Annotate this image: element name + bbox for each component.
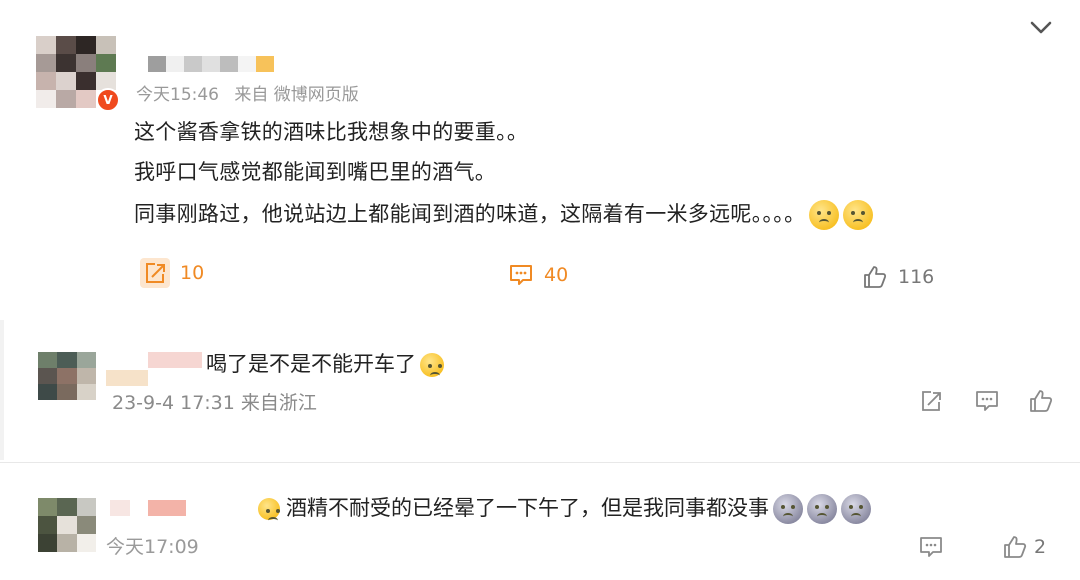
comment-meta: 今天17:09 bbox=[106, 536, 199, 558]
commenter-name-blurred-2 bbox=[106, 370, 148, 386]
post-time: 今天15:46 bbox=[136, 85, 219, 105]
comment-count: 40 bbox=[544, 264, 569, 286]
emoji-skull-icon bbox=[841, 494, 871, 524]
like-count: 116 bbox=[898, 266, 935, 288]
like-icon bbox=[1004, 536, 1027, 558]
repost-icon[interactable] bbox=[918, 388, 944, 414]
commenter-name-blurred[interactable] bbox=[148, 352, 202, 368]
comment-2: 酒精不耐受的已经晕了一下午了，但是我同事都没事 bbox=[258, 492, 871, 524]
like-icon[interactable] bbox=[1028, 388, 1054, 414]
comment-avatar[interactable] bbox=[38, 498, 96, 552]
repost-button[interactable]: 10 bbox=[140, 258, 204, 288]
comment-icon[interactable] bbox=[974, 388, 1000, 414]
emoji-skull-icon bbox=[807, 494, 837, 524]
like-button[interactable]: 116 bbox=[862, 264, 934, 290]
emoji-laugh-cry-icon bbox=[420, 353, 444, 377]
comment-avatar[interactable] bbox=[38, 352, 96, 400]
divider bbox=[0, 462, 1080, 463]
like-count: 2 bbox=[1034, 536, 1047, 558]
comment-icon bbox=[510, 265, 532, 285]
like-button[interactable]: 2 bbox=[1002, 534, 1046, 560]
comment-meta: 23-9-4 17:31 来自浙江 bbox=[112, 392, 317, 414]
comment-button[interactable]: 40 bbox=[508, 262, 568, 288]
comment-1: 喝了是不是不能开车了 bbox=[206, 348, 444, 378]
emoji-heart-eyes-icon bbox=[258, 498, 280, 520]
repost-count: 10 bbox=[180, 262, 205, 284]
post-text-line-3: 同事刚路过，他说站边上都能闻到酒的味道，这隔着有一米多远呢。。。。 bbox=[134, 198, 874, 230]
commenter-name-blurred-2 bbox=[148, 500, 186, 516]
post-source: 来自 微博网页版 bbox=[234, 85, 359, 105]
author-name-blurred[interactable] bbox=[148, 56, 274, 72]
post-text-line: 这个酱香拿铁的酒味比我想象中的要重。。 bbox=[134, 120, 529, 144]
post-text-line: 同事刚路过，他说站边上都能闻到酒的味道，这隔着有一米多远呢。。。。 bbox=[134, 202, 806, 226]
like-icon bbox=[864, 266, 887, 288]
emoji-sweat-icon bbox=[843, 200, 874, 230]
commenter-name-blurred[interactable] bbox=[110, 500, 130, 516]
emoji-skull-icon bbox=[773, 494, 803, 524]
emoji-sweat-icon bbox=[809, 200, 840, 230]
repost-icon bbox=[140, 258, 170, 288]
verified-badge: V bbox=[96, 88, 120, 112]
comment-text: 喝了是不是不能开车了 bbox=[206, 352, 416, 376]
post-meta: 今天15:46 来自 微博网页版 bbox=[136, 80, 369, 105]
thread-indicator bbox=[0, 320, 4, 460]
post-text-line: 我呼口气感觉都能闻到嘴巴里的酒气。 bbox=[134, 160, 497, 184]
comment-text: 酒精不耐受的已经晕了一下午了，但是我同事都没事 bbox=[286, 496, 769, 520]
comment-icon[interactable] bbox=[918, 534, 944, 560]
chevron-down-icon[interactable] bbox=[1028, 18, 1054, 38]
